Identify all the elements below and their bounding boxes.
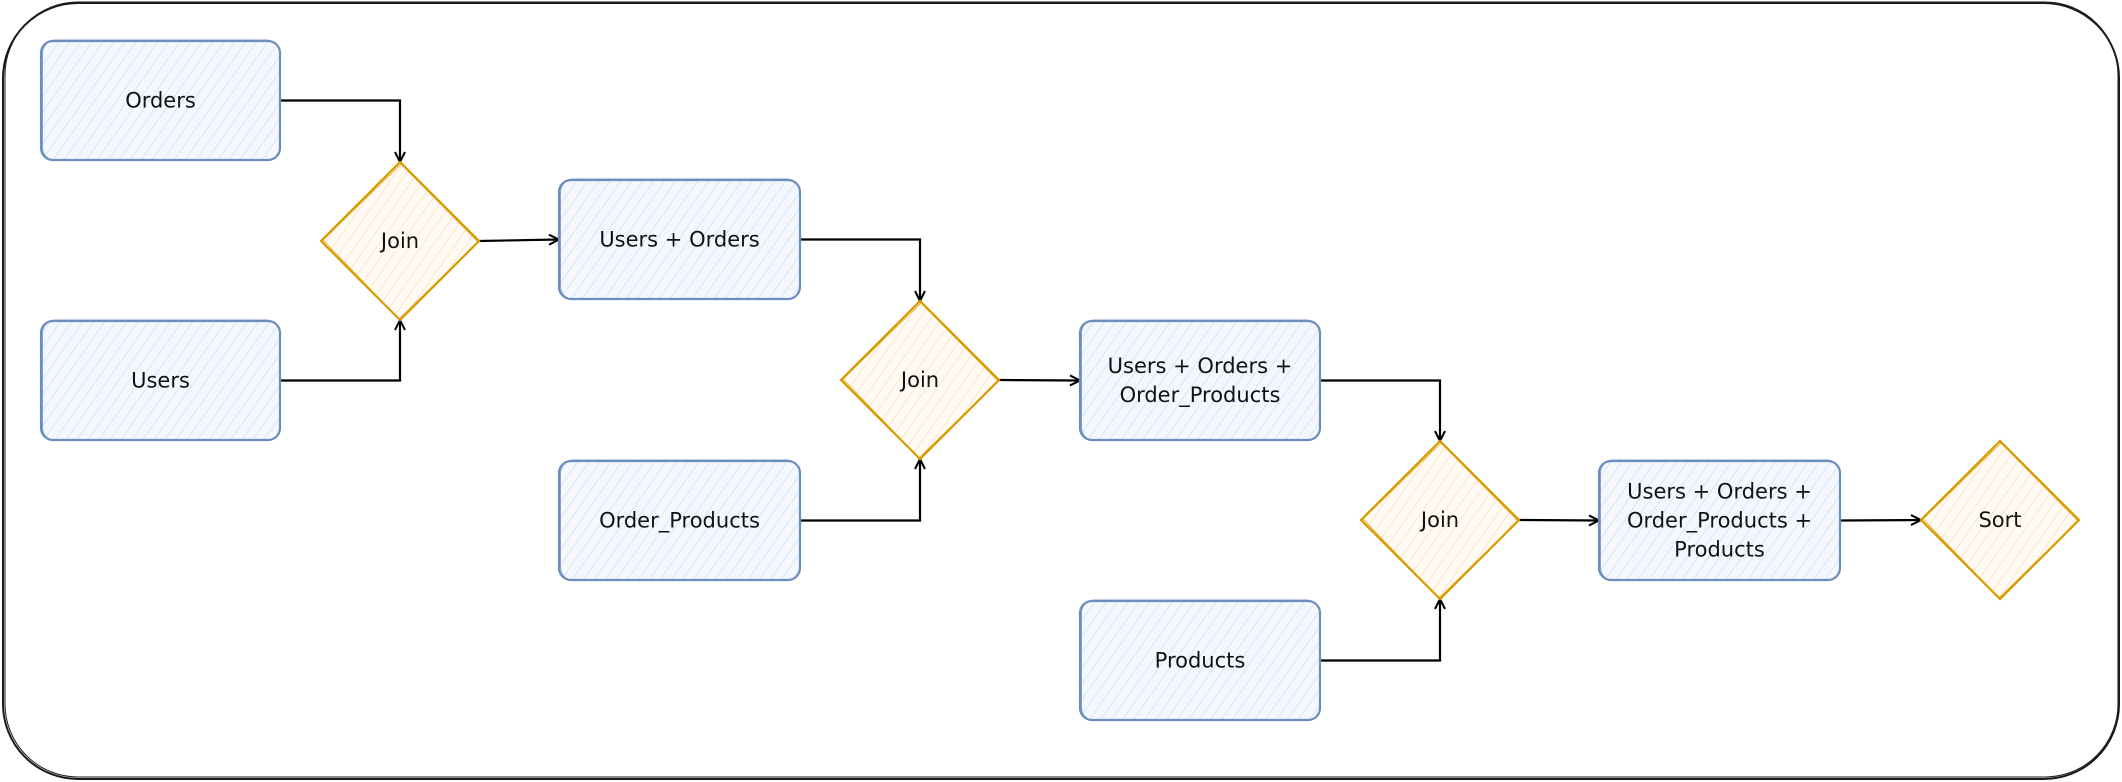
operation-node-sort[interactable]: Sort [1919, 439, 2081, 601]
node-label: Order_Products [599, 509, 760, 534]
node-label: Users + Orders + [1627, 480, 1812, 504]
edge-order-products-to-join2 [800, 459, 920, 522]
table-node-uo-op-p[interactable]: Users + Orders + Order_Products + Products [1597, 459, 1842, 582]
table-node-orders[interactable]: Orders [39, 39, 282, 162]
node-label: Join [379, 229, 419, 253]
operation-node-join1[interactable]: Join [319, 160, 481, 322]
edge-users-to-join1 [280, 320, 400, 382]
node-shape [1078, 319, 1322, 442]
edge-orders-to-join1 [280, 99, 400, 163]
node-label: Products [1155, 649, 1246, 673]
edge-join3-to-uo-op-p [1518, 520, 1599, 521]
edge-uo-op-p-to-sort [1839, 520, 1921, 521]
table-node-order-products[interactable]: Order_Products [557, 459, 802, 582]
edge-products-to-join3 [1320, 599, 1440, 662]
edge-join2-to-uo-op [998, 380, 1080, 381]
node-label: Order_Products + [1627, 509, 1812, 534]
node-label: Products [1674, 538, 1765, 562]
node-label: Users + Orders + [1108, 354, 1293, 378]
pipeline-diagram: Orders Users Join Users + Orders Order_Produ… [2, 1, 2120, 780]
table-node-users-orders[interactable]: Users + Orders [557, 178, 802, 301]
node-label: Users + Orders [599, 228, 759, 252]
edge-join1-to-users-orders [478, 240, 559, 242]
operation-node-join3[interactable]: Join [1359, 439, 1521, 601]
node-label: Sort [1978, 508, 2021, 532]
operation-node-join2[interactable]: Join [839, 299, 1001, 461]
table-node-uo-op[interactable]: Users + Orders + Order_Products [1078, 319, 1322, 442]
edge-uo-op-to-join3 [1320, 379, 1440, 442]
edge-users-orders-to-join2 [800, 238, 920, 302]
table-node-users[interactable]: Users [39, 319, 282, 442]
node-label: Order_Products [1120, 383, 1281, 408]
node-label: Join [1419, 508, 1459, 532]
node-label: Orders [125, 89, 196, 113]
table-node-products[interactable]: Products [1078, 599, 1322, 722]
node-label: Join [899, 368, 939, 392]
node-label: Users [131, 369, 190, 393]
container-frame [2, 1, 2120, 780]
